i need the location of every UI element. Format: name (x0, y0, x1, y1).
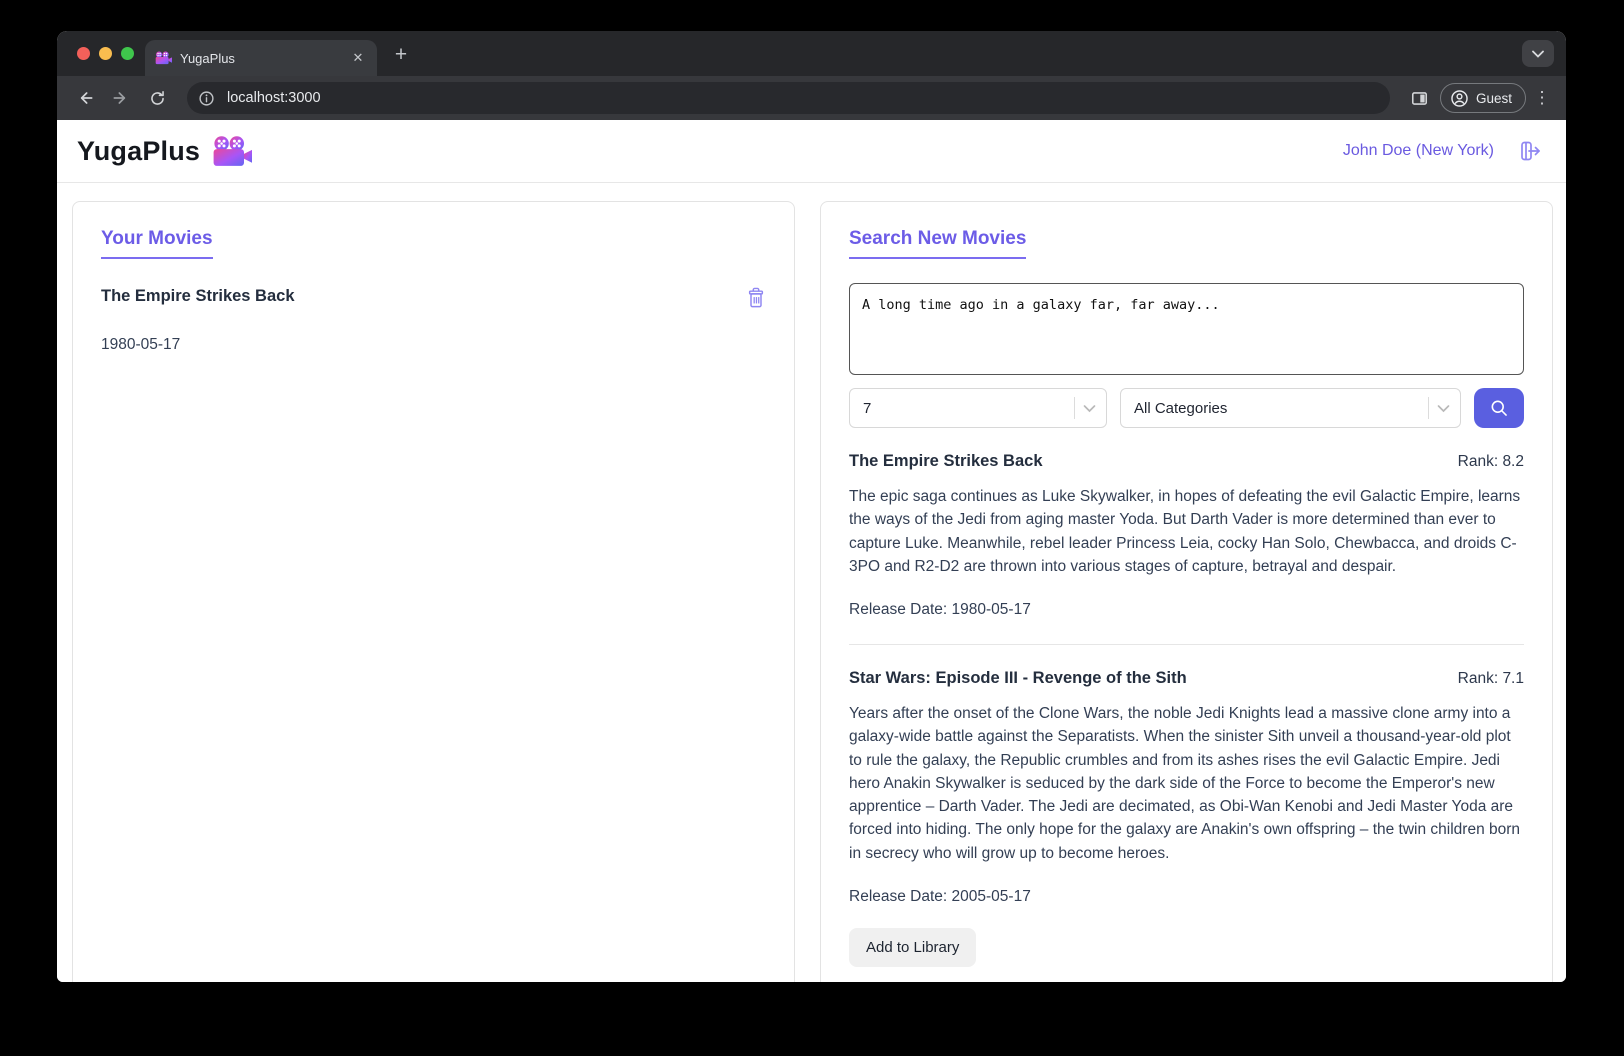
search-query-input[interactable]: A long time ago in a galaxy far, far awa… (849, 283, 1524, 375)
back-button[interactable] (69, 82, 101, 114)
app-header: YugaPlus John Doe (New York) (57, 120, 1566, 183)
category-value: All Categories (1134, 400, 1428, 417)
favicon-movie-camera-icon (155, 51, 172, 65)
new-tab-button[interactable]: + (387, 42, 415, 70)
category-select[interactable]: All Categories (1120, 388, 1461, 428)
max-results-value: 7 (863, 400, 1074, 417)
window-controls (77, 47, 134, 60)
reload-button[interactable] (141, 82, 173, 114)
site-info-button[interactable] (193, 85, 219, 111)
result-description: The epic saga continues as Luke Skywalke… (849, 485, 1524, 578)
select-divider (1074, 397, 1075, 419)
result-release-date: Release Date: 1980-05-17 (849, 601, 1524, 619)
main-content: Your Movies The Empire Strikes Back (57, 183, 1566, 982)
result-description: Years after the onset of the Clone Wars,… (849, 702, 1524, 865)
movie-camera-logo-icon (212, 135, 252, 168)
brand: YugaPlus (77, 135, 252, 168)
your-movies-heading: Your Movies (101, 228, 213, 259)
reload-icon (148, 89, 167, 108)
browser-tab[interactable]: YugaPlus ✕ (145, 40, 377, 76)
result-title: The Empire Strikes Back (849, 452, 1043, 471)
delete-movie-trash-icon[interactable] (746, 287, 766, 309)
result-rank: Rank: 8.2 (1458, 453, 1524, 471)
tab-title: YugaPlus (180, 51, 341, 66)
guest-avatar-icon (1450, 89, 1469, 108)
your-movies-card: Your Movies The Empire Strikes Back (72, 201, 795, 982)
info-icon (198, 90, 215, 107)
logout-icon[interactable] (1518, 139, 1542, 163)
minimize-window-button[interactable] (99, 47, 112, 60)
result-release-date: Release Date: 2005-05-17 (849, 888, 1524, 906)
app-page: YugaPlus John Doe (New York) (57, 120, 1566, 982)
forward-arrow-icon (111, 88, 131, 108)
select-divider (1428, 397, 1429, 419)
zoom-window-button[interactable] (121, 47, 134, 60)
profile-button[interactable]: Guest (1440, 83, 1526, 113)
user-name: John Doe (New York) (1343, 142, 1494, 160)
result-title: Star Wars: Episode III - Revenge of the … (849, 669, 1187, 688)
max-results-select[interactable]: 7 (849, 388, 1107, 428)
tab-close-icon[interactable]: ✕ (349, 49, 367, 67)
result-rank: Rank: 7.1 (1458, 670, 1524, 688)
browser-tab-strip: YugaPlus ✕ + (57, 31, 1566, 76)
browser-toolbar: localhost:3000 Guest ⋮ (57, 76, 1566, 120)
tab-search-button[interactable] (1522, 40, 1554, 67)
side-panel-button[interactable] (1404, 82, 1436, 114)
address-bar[interactable]: localhost:3000 (187, 82, 1390, 114)
browser-window: YugaPlus ✕ + (57, 31, 1566, 982)
url-text[interactable]: localhost:3000 (227, 90, 321, 106)
back-arrow-icon (75, 88, 95, 108)
forward-button[interactable] (105, 82, 137, 114)
result-divider (849, 644, 1524, 645)
side-panel-icon (1410, 89, 1429, 108)
search-movies-heading: Search New Movies (849, 228, 1026, 259)
search-icon (1489, 398, 1509, 418)
library-movie-title: The Empire Strikes Back (101, 287, 295, 306)
chevron-down-icon (1083, 404, 1096, 413)
close-window-button[interactable] (77, 47, 90, 60)
chevron-down-icon (1532, 50, 1544, 58)
search-button[interactable] (1474, 388, 1524, 428)
brand-title: YugaPlus (77, 136, 200, 167)
library-movie-item: The Empire Strikes Back 1980-05-17 (101, 287, 766, 354)
search-result: Star Wars: Episode III - Revenge of the … (849, 669, 1524, 967)
search-controls: 7 All Categories (849, 388, 1524, 428)
profile-label: Guest (1476, 91, 1512, 106)
library-movie-date: 1980-05-17 (101, 336, 766, 354)
chevron-down-icon (1437, 404, 1450, 413)
search-movies-card: Search New Movies A long time ago in a g… (820, 201, 1553, 982)
add-to-library-button[interactable]: Add to Library (849, 928, 976, 967)
browser-menu-button[interactable]: ⋮ (1530, 88, 1554, 108)
search-result: The Empire Strikes Back Rank: 8.2 The ep… (849, 452, 1524, 619)
